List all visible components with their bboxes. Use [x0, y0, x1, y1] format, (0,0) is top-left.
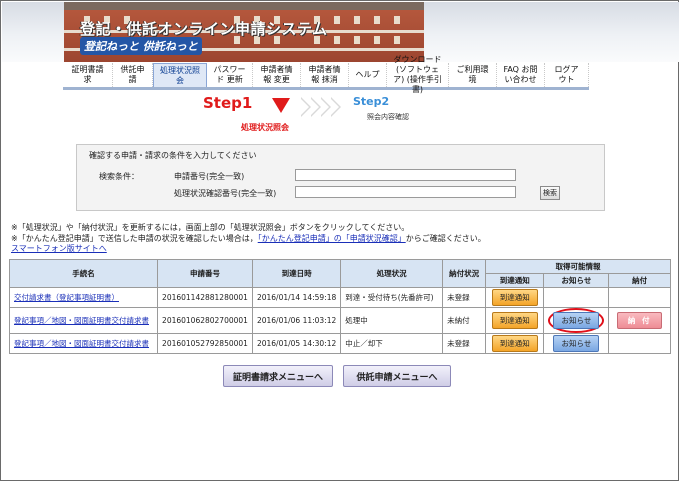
application-number: 201601062802700001 — [157, 307, 253, 334]
search-condition-label: 検索条件： — [99, 172, 139, 181]
processing-status: 処理中 — [340, 307, 444, 334]
system-subtitle-logo: 登記ねっと 供託ねっと — [80, 37, 202, 55]
deposit-menu-button[interactable]: 供託申請メニューへ — [343, 365, 451, 387]
table-row: 登記事項／地図・図面証明書交付請求書 201601052792850001 20… — [8, 333, 671, 354]
nav-logout[interactable]: ログアウト — [545, 63, 589, 87]
arrival-datetime: 2016/01/06 11:03:12 — [251, 307, 342, 334]
search-instruction: 確認する申請・請求の条件を入力してください — [89, 151, 257, 160]
header-arrival-datetime: 到達日時 — [251, 259, 342, 288]
nav-certificate-request[interactable]: 証明書請求 — [63, 63, 113, 87]
smartphone-site-link[interactable]: スマートフォン版サイトへ — [11, 244, 107, 253]
system-title: 登記・供託オンライン申請システム — [80, 20, 328, 38]
nav-environment[interactable]: ご利用環境 — [449, 63, 497, 87]
notice-button[interactable]: お知らせ — [553, 335, 600, 352]
arrival-notice-button[interactable]: 到達通知 — [491, 312, 538, 329]
nav-applicant-delete[interactable]: 申請者情報 抹消 — [301, 63, 349, 87]
header-processing-status: 処理状況 — [340, 259, 444, 288]
procedure-link[interactable]: 登記事項／地図・図面証明書交付請求書 — [14, 316, 149, 325]
header-application-number: 申請番号 — [157, 259, 253, 288]
notice-cell-empty — [543, 287, 610, 308]
step1-caption: 処理状況照会 — [241, 123, 289, 132]
header-arrival-notice: 到達通知 — [485, 273, 545, 288]
search-button[interactable]: 検索 — [540, 186, 560, 200]
header-available-info: 取得可能情報 — [485, 259, 671, 274]
header-banner: 登記・供託オンライン申請システム 登記ねっと 供託ねっと — [2, 2, 679, 62]
payment-status: 未登録 — [442, 287, 487, 308]
processing-status: 到達・受付待ち(先番許可) — [340, 287, 444, 308]
processing-status: 中止／却下 — [340, 333, 444, 354]
arrival-datetime: 2016/01/14 14:59:18 — [251, 287, 342, 308]
nav-status-inquiry[interactable]: 処理状況照会 — [153, 63, 207, 87]
search-panel: 確認する申請・請求の条件を入力してください 検索条件： 申請番号(完全一致) 処… — [76, 144, 605, 211]
notice-button[interactable]: お知らせ — [553, 312, 600, 329]
header-payment-status: 納付状況 — [442, 259, 487, 288]
nav-applicant-change[interactable]: 申請者情報 変更 — [253, 63, 301, 87]
nav-password-update[interactable]: パスワード 更新 — [207, 63, 253, 87]
note-smartphone: スマートフォン版サイトへ — [11, 243, 107, 254]
easy-application-status-link[interactable]: 「かんたん登記申請」の「申請状況確認」 — [258, 234, 406, 243]
nav-download[interactable]: ダウンロード (ソフトウェア) (操作手引書) — [387, 55, 449, 94]
payment-status: 未納付 — [442, 307, 487, 334]
nav-help[interactable]: ヘルプ — [349, 63, 387, 87]
application-number-label: 申請番号(完全一致) — [174, 172, 245, 181]
status-check-number-label: 処理状況確認番号(完全一致) — [174, 189, 277, 198]
note-refresh: ※「処理状況」や「納付状況」を更新するには，画面上部の「処理状況照会」ボタンをク… — [11, 223, 410, 232]
pay-cell-empty — [608, 287, 671, 308]
pay-cell-empty — [608, 333, 671, 354]
application-number: 201601142881280001 — [157, 287, 253, 308]
payment-status: 未登録 — [442, 333, 487, 354]
pay-button[interactable]: 納 付 — [616, 312, 663, 329]
header-notice: お知らせ — [543, 273, 610, 288]
procedure-link[interactable]: 登記事項／地図・図面証明書交付請求書 — [14, 339, 149, 348]
arrival-datetime: 2016/01/05 14:30:12 — [251, 333, 342, 354]
step1-label: Step1 — [203, 94, 253, 112]
header-procedure: 手続名 — [8, 259, 159, 288]
main-nav: 証明書請求 供託申請 処理状況照会 パスワード 更新 申請者情報 変更 申請者情… — [63, 55, 589, 94]
arrival-notice-button[interactable]: 到達通知 — [491, 335, 538, 352]
certificate-menu-button[interactable]: 証明書請求メニューへ — [223, 365, 333, 387]
application-number: 201601052792850001 — [157, 333, 253, 354]
nav-faq-contact[interactable]: FAQ お問い合わせ — [497, 63, 545, 87]
table-row: 交付請求書（登記事項証明書） 201601142881280001 2016/0… — [8, 287, 671, 308]
page-frame: 登記・供託オンライン申請システム 登記ねっと 供託ねっと 証明書請求 供託申請 … — [0, 0, 679, 481]
table-row: 登記事項／地図・図面証明書交付請求書 201601062802700001 20… — [8, 307, 671, 334]
step2-caption: 照会内容確認 — [367, 113, 409, 121]
procedure-link[interactable]: 交付請求書（登記事項証明書） — [14, 293, 119, 302]
current-step-arrow-icon — [272, 98, 290, 113]
application-number-input[interactable] — [295, 169, 516, 181]
application-status-table: 手続名 申請番号 到達日時 処理状況 納付状況 取得可能情報 到達通知 お知らせ… — [8, 259, 671, 354]
step2-label: Step2 — [353, 95, 390, 108]
highlight-circle: お知らせ — [548, 308, 605, 333]
nav-deposit-application[interactable]: 供託申請 — [113, 63, 153, 87]
arrival-notice-button[interactable]: 到達通知 — [491, 289, 538, 306]
header-pay: 納付 — [608, 273, 671, 288]
status-check-number-input[interactable] — [295, 186, 516, 198]
